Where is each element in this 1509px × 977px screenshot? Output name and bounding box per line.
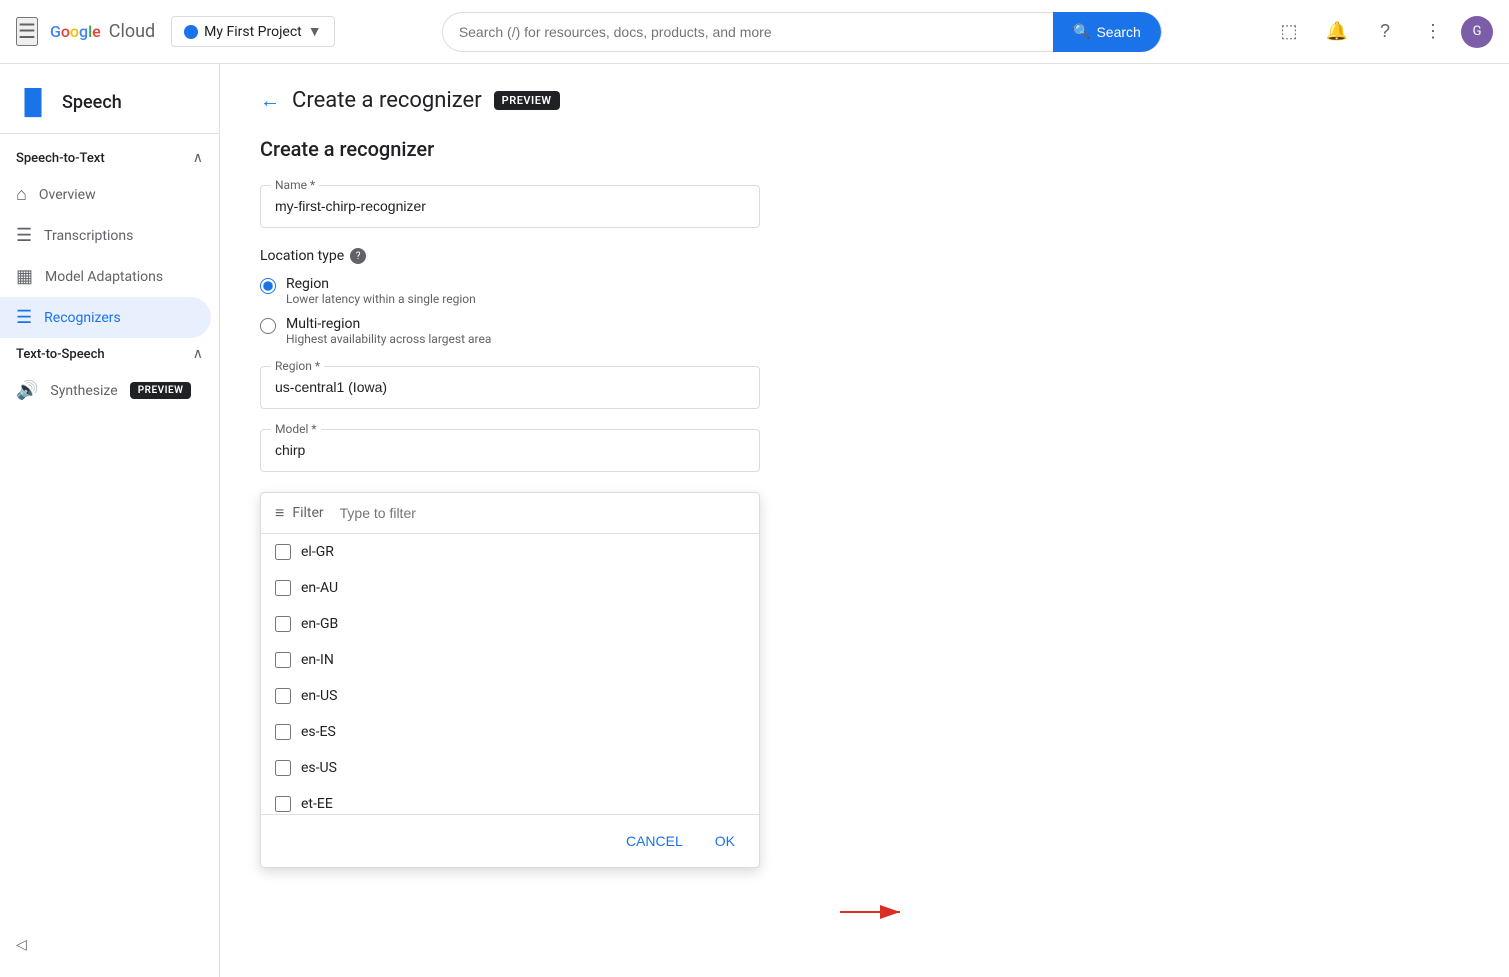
create-recognizer-form: Create a recognizer Name * Location type… [260,137,760,726]
page-preview-badge: PREVIEW [494,91,560,110]
checkbox-el-GR[interactable] [275,544,291,560]
name-field: Name * [260,185,760,228]
layout: ▐▌ Speech Speech-to-Text ∧ ⌂ Overview ☰ … [0,64,1509,977]
avatar[interactable]: G [1461,16,1493,48]
multiregion-label: Multi-region [286,316,491,332]
language-option-es-ES[interactable]: es-ES [261,714,759,750]
sidebar-section-stt[interactable]: Speech-to-Text ∧ [0,142,219,174]
speech-app-icon: ▐▌ [16,88,50,117]
language-option-el-GR[interactable]: el-GR [261,534,759,570]
region-label: Region [286,276,476,292]
language-option-en-GB[interactable]: en-GB [261,606,759,642]
language-option-en-US[interactable]: en-US [261,678,759,714]
collapse-tts-icon: ∧ [193,346,203,362]
multiregion-sub-label: Highest availability across largest area [286,332,491,346]
hamburger-menu[interactable]: ☰ [16,17,38,46]
synthesize-icon: 🔊 [16,380,38,401]
sidebar-item-model-adaptations[interactable]: ▦ Model Adaptations [0,256,211,297]
sidebar-item-recognizers[interactable]: ☰ Recognizers [0,297,211,338]
language-option-en-IN[interactable]: en-IN [261,642,759,678]
name-input-container: Name * [260,185,760,228]
back-button[interactable]: ← [260,88,280,113]
filter-label: Filter [292,505,323,521]
model-select-container: Model * chirp [260,429,760,472]
search-button[interactable]: 🔍 Search [1053,12,1161,52]
region-radio[interactable] [260,278,276,294]
sidebar-item-synthesize[interactable]: 🔊 Synthesize PREVIEW [0,370,211,411]
more-options-button[interactable]: ⋮ [1413,12,1453,52]
main-content: ← Create a recognizer PREVIEW Create a r… [220,64,1509,977]
project-name: My First Project [204,24,302,40]
dropdown-ok-button[interactable]: OK [707,827,743,855]
region-field: Region * us-central1 (Iowa) [260,366,760,409]
search-bar[interactable]: 🔍 Search [442,12,1162,52]
sidebar-section-tts[interactable]: Text-to-Speech ∧ [0,338,219,370]
search-input[interactable] [459,24,1053,40]
notifications-button[interactable]: 🔔 [1317,12,1357,52]
checkbox-en-IN[interactable] [275,652,291,668]
home-icon: ⌂ [16,184,27,205]
project-dot [184,25,198,39]
page-header: ← Create a recognizer PREVIEW [260,88,1469,113]
checkbox-en-GB[interactable] [275,616,291,632]
name-input[interactable] [275,198,745,214]
model-select[interactable]: chirp [275,442,745,458]
language-option-et-EE[interactable]: et-EE [261,786,759,814]
location-type-section: Location type ? Region Lower latency wit… [260,248,760,346]
dropdown-cancel-button[interactable]: CANCEL [618,827,691,855]
language-codes-container: Language Codes * ≡ Filter el-GR en-AU [260,492,760,558]
region-select-container: Region * us-central1 (Iowa) [260,366,760,409]
multiregion-radio-item: Multi-region Highest availability across… [260,316,760,346]
sidebar-app-header: ▐▌ Speech [0,80,219,134]
checkbox-es-ES[interactable] [275,724,291,740]
sidebar-item-transcriptions[interactable]: ☰ Transcriptions [0,215,211,256]
synthesize-preview-badge: PREVIEW [130,382,192,399]
model-field: Model * chirp [260,429,760,472]
dropdown-footer: CANCEL OK [261,814,759,867]
language-option-es-US[interactable]: es-US [261,750,759,786]
language-option-en-AU[interactable]: en-AU [261,570,759,606]
recognizers-icon: ☰ [16,307,32,328]
chevron-down-icon: ▼ [308,23,322,40]
help-button[interactable]: ? [1365,12,1405,52]
sidebar-app-name: Speech [62,92,122,113]
search-icon: 🔍 [1073,23,1090,40]
collapse-stt-icon: ∧ [193,150,203,166]
name-field-label: Name * [271,178,319,192]
collapse-sidebar-btn[interactable]: ◁ [0,929,43,961]
sidebar-item-overview[interactable]: ⌂ Overview [0,174,211,215]
region-select[interactable]: us-central1 (Iowa) [275,379,745,395]
dropdown-filter: ≡ Filter [261,493,759,534]
multiregion-radio[interactable] [260,318,276,334]
filter-icon: ≡ [275,503,284,523]
model-field-label: Model * [271,422,321,436]
terminal-icon-button[interactable]: ⬚ [1269,12,1309,52]
transcriptions-icon: ☰ [16,225,32,246]
language-dropdown-panel: ≡ Filter el-GR en-AU en-GB en-IN en-US e… [260,492,760,868]
checkbox-en-AU[interactable] [275,580,291,596]
google-cloud-logo: Google Cloud [50,21,155,42]
cloud-label: Cloud [109,21,155,42]
location-type-label: Location type ? [260,248,760,264]
project-selector[interactable]: My First Project ▼ [171,16,334,47]
top-nav: ☰ Google Cloud My First Project ▼ 🔍 Sear… [0,0,1509,64]
model-adaptations-icon: ▦ [16,266,33,287]
filter-input[interactable] [340,505,745,521]
language-list: el-GR en-AU en-GB en-IN en-US es-ES es-U… [261,534,759,814]
help-icon[interactable]: ? [350,248,366,264]
page-title: Create a recognizer [292,88,482,113]
region-field-label: Region * [271,359,324,373]
form-title: Create a recognizer [260,137,760,161]
sidebar: ▐▌ Speech Speech-to-Text ∧ ⌂ Overview ☰ … [0,64,220,977]
region-radio-item: Region Lower latency within a single reg… [260,276,760,306]
region-sub-label: Lower latency within a single region [286,292,476,306]
location-type-radio-group: Region Lower latency within a single reg… [260,276,760,346]
annotation-arrow-ok [460,892,1060,942]
checkbox-en-US[interactable] [275,688,291,704]
nav-icons: ⬚ 🔔 ? ⋮ G [1269,12,1493,52]
checkbox-et-EE[interactable] [275,796,291,812]
checkbox-es-US[interactable] [275,760,291,776]
